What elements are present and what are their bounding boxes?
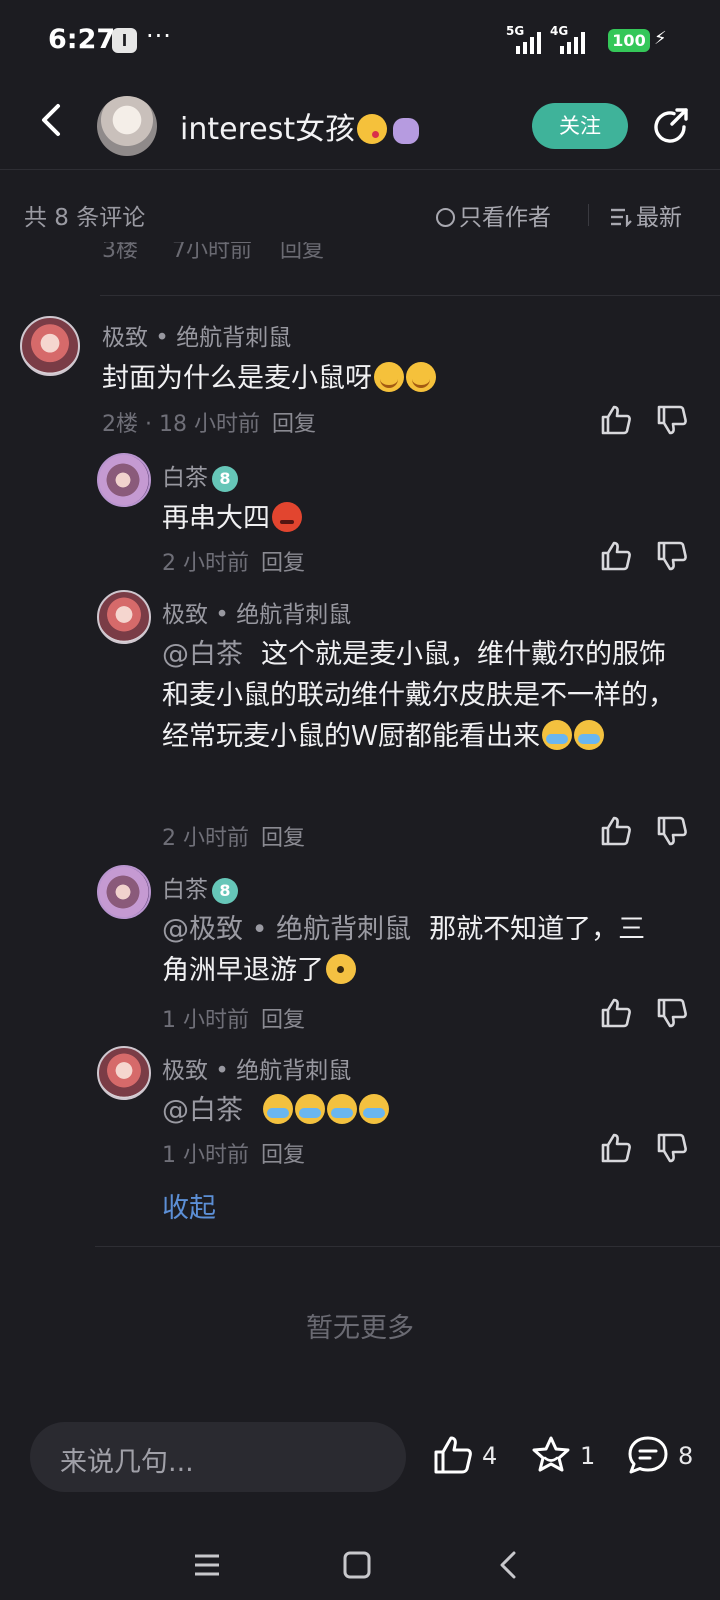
wink-emoji-icon	[326, 954, 356, 984]
status-bar: 6:27 l ··· 5G 4G 100 ⚡	[0, 0, 720, 80]
notification-app-icon: l	[112, 28, 137, 53]
radio-circle-icon	[436, 208, 455, 227]
follow-button[interactable]: 关注	[532, 103, 628, 149]
divider	[588, 204, 589, 226]
comment-meta: 2 小时前 回复	[162, 551, 306, 576]
commenter-name[interactable]: 白茶 8	[162, 458, 238, 492]
crying-emoji-icon	[327, 1094, 357, 1124]
share-icon[interactable]	[650, 106, 692, 148]
kiss-emoji-icon	[357, 114, 388, 144]
battery-indicator: 100	[608, 29, 650, 52]
sort-latest-button[interactable]: 最新	[610, 198, 682, 232]
reply-button[interactable]: 回复	[261, 1143, 305, 1168]
back-arrow-icon[interactable]	[30, 98, 74, 142]
crying-emoji-icon	[542, 720, 572, 750]
commenter-avatar[interactable]	[97, 865, 151, 919]
comment-text: @白茶	[162, 1090, 682, 1131]
commenter-name[interactable]: 极致 • 绝航背刺鼠	[162, 595, 351, 629]
comment-meta: 2 小时前 回复	[162, 826, 306, 851]
comment-text: @极致 • 绝航背刺鼠 那就不知道了，三角洲早退游了	[162, 914, 646, 986]
angry-emoji-icon	[272, 502, 302, 532]
smile-emoji-icon	[374, 362, 404, 392]
charging-icon: ⚡	[654, 28, 667, 49]
crying-emoji-icon	[574, 720, 604, 750]
commenter-name[interactable]: 极致 • 绝航背刺鼠	[162, 1051, 351, 1085]
comment-meta: 2楼 · 18 小时前 回复	[102, 412, 316, 437]
signal-5g-icon: 5G	[506, 24, 546, 54]
thumbs-up-icon[interactable]	[600, 815, 632, 847]
post-header: interest女孩 关注	[0, 90, 720, 170]
sort-icon	[611, 208, 632, 227]
comments-button[interactable]: 8	[626, 1434, 698, 1478]
thumbs-up-icon[interactable]	[600, 1132, 632, 1164]
comment-text: 再串大四	[162, 498, 682, 539]
commenter-avatar[interactable]	[97, 1046, 151, 1100]
thumbs-up-icon	[434, 1436, 472, 1474]
divider	[100, 295, 720, 296]
commenter-avatar[interactable]	[20, 316, 80, 376]
favorite-button[interactable]: 1	[530, 1434, 600, 1478]
reply-button[interactable]: 回复	[261, 551, 305, 576]
divider	[95, 1246, 720, 1247]
crying-emoji-icon	[295, 1094, 325, 1124]
home-square-icon[interactable]	[342, 1550, 372, 1580]
favorite-count: 1	[580, 1442, 596, 1470]
crying-emoji-icon	[359, 1094, 389, 1124]
comment-meta: 1 小时前 回复	[162, 1008, 306, 1033]
flask-sticker-icon	[393, 118, 420, 144]
mention-link[interactable]: @白茶	[162, 1095, 243, 1126]
thumbs-up-icon[interactable]	[600, 404, 632, 436]
comment-toolbar: 共 8 条评论 只看作者 最新	[0, 190, 720, 240]
commenter-name[interactable]: 极致 • 绝航背刺鼠	[102, 318, 291, 352]
comment-meta: 1 小时前 回复	[162, 1143, 306, 1168]
no-more-text: 暂无更多	[306, 1313, 414, 1344]
thumbs-down-icon[interactable]	[656, 815, 688, 847]
smile-emoji-icon	[406, 362, 436, 392]
thumbs-down-icon[interactable]	[656, 540, 688, 572]
comment-count: 共 8 条评论	[24, 205, 146, 231]
crying-emoji-icon	[263, 1094, 293, 1124]
thumbs-down-icon[interactable]	[656, 997, 688, 1029]
thumbs-up-icon[interactable]	[600, 540, 632, 572]
comment-text: @白茶 这个就是麦小鼠，维什戴尔的服饰和麦小鼠的联动维什戴尔皮肤是不一样的，经常玩…	[162, 639, 675, 752]
level-badge: 8	[212, 878, 238, 904]
author-name[interactable]: interest女孩	[180, 104, 420, 148]
commenter-name[interactable]: 白茶 8	[162, 870, 238, 904]
signal-4g-icon: 4G	[550, 24, 590, 54]
status-time: 6:27	[48, 24, 116, 55]
level-badge: 8	[212, 466, 238, 492]
author-avatar[interactable]	[97, 96, 157, 156]
reply-button[interactable]: 回复	[261, 1008, 305, 1033]
nav-back-icon[interactable]	[494, 1550, 524, 1580]
reply-button[interactable]: 回复	[272, 412, 316, 437]
thumbs-down-icon[interactable]	[656, 404, 688, 436]
thumbs-down-icon[interactable]	[656, 1132, 688, 1164]
reply-button[interactable]: 回复	[261, 826, 305, 851]
comment-count-bottom: 8	[678, 1442, 694, 1470]
mention-link[interactable]: @极致 • 绝航背刺鼠	[162, 914, 411, 945]
system-navigation-bar	[0, 1530, 720, 1600]
more-notifications-icon: ···	[146, 22, 172, 50]
author-only-toggle[interactable]: 只看作者	[436, 198, 551, 232]
mention-link[interactable]: @白茶	[162, 639, 243, 670]
collapse-replies-link[interactable]: 收起	[162, 1186, 216, 1225]
commenter-avatar[interactable]	[97, 590, 151, 644]
thumbs-up-icon[interactable]	[600, 997, 632, 1029]
comment-bubble-icon	[628, 1436, 668, 1474]
commenter-avatar[interactable]	[97, 453, 151, 507]
like-count: 4	[482, 1442, 498, 1470]
previous-comment-remnant: 3楼 7小时前 回复	[102, 242, 325, 263]
menu-icon[interactable]	[192, 1550, 222, 1580]
like-post-button[interactable]: 4	[432, 1434, 502, 1478]
comment-text: 封面为什么是麦小鼠呀	[102, 358, 662, 399]
comment-input[interactable]: 来说几句...	[30, 1422, 406, 1492]
star-icon	[532, 1436, 570, 1472]
